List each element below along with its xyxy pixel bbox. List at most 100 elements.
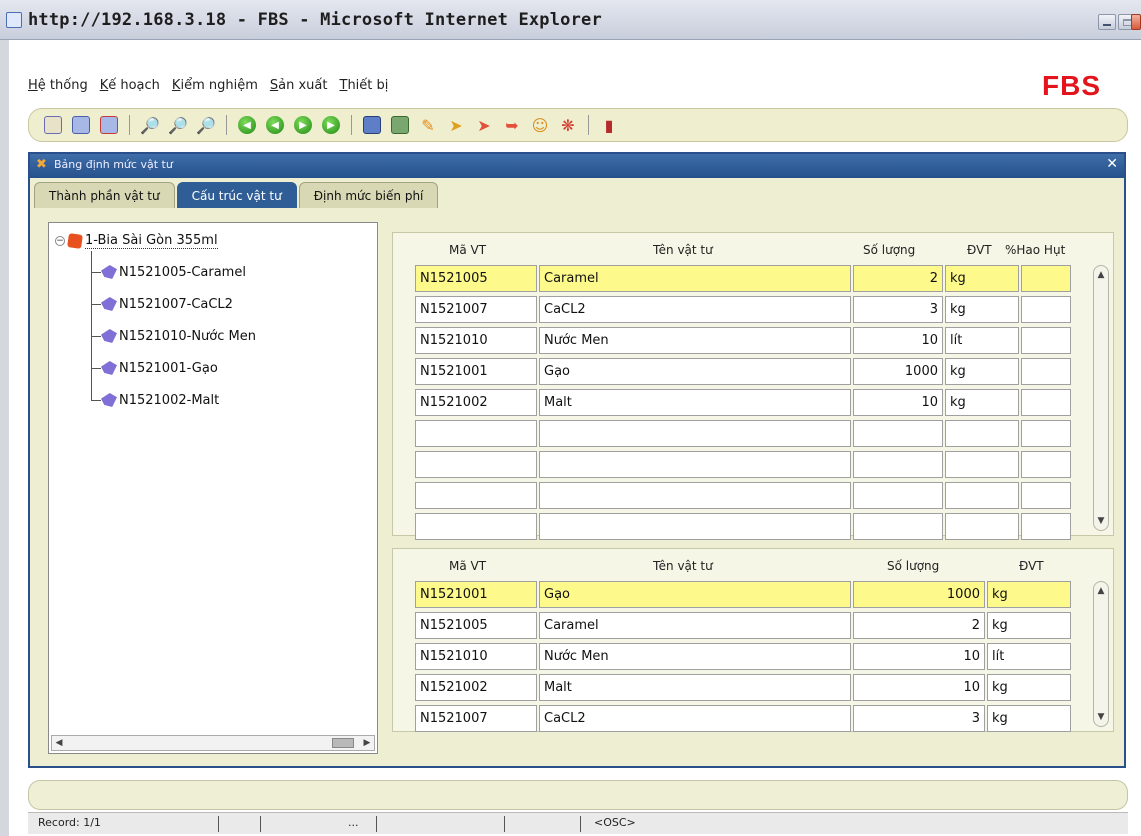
cell-unit[interactable]: kg <box>945 265 1019 292</box>
cell-name[interactable]: CaCL2 <box>539 296 851 323</box>
cell-unit[interactable]: lít <box>945 327 1019 354</box>
menu-he-thong[interactable]: Hệ thống <box>28 78 88 100</box>
cell-loss[interactable] <box>1021 358 1071 385</box>
top-grid-vertical-scrollbar[interactable]: ▲ ▼ <box>1093 265 1109 531</box>
new-icon[interactable] <box>41 113 65 137</box>
cell-name[interactable] <box>539 482 851 509</box>
save-icon[interactable] <box>69 113 93 137</box>
menu-ke-hoach[interactable]: Kế hoạch <box>100 78 160 100</box>
cell-qty[interactable]: 1000 <box>853 581 985 608</box>
menu-kiem-nghiem[interactable]: Kiểm nghiệm <box>172 78 258 100</box>
cell-code[interactable]: N1521002 <box>415 674 537 701</box>
close-button[interactable] <box>1131 14 1141 30</box>
menu-thiet-bi[interactable]: Thiết bị <box>339 78 388 100</box>
next-record-icon[interactable]: ▶ <box>291 113 315 137</box>
cell-loss[interactable] <box>1021 389 1071 416</box>
cell-loss[interactable] <box>1021 296 1071 323</box>
cell-unit[interactable]: kg <box>987 674 1071 701</box>
scroll-down-icon[interactable]: ▼ <box>1096 516 1106 526</box>
cell-code[interactable]: N1521002 <box>415 389 537 416</box>
cell-loss[interactable] <box>1021 451 1071 478</box>
cell-code[interactable] <box>415 482 537 509</box>
tab-thanh-phan-vat-tu[interactable]: Thành phần vật tư <box>34 182 175 208</box>
tab-dinh-muc-bien-phi[interactable]: Định mức biến phí <box>298 182 439 208</box>
cell-code[interactable]: N1521010 <box>415 643 537 670</box>
minimize-button[interactable] <box>1098 14 1116 30</box>
cell-code[interactable]: N1521005 <box>415 265 537 292</box>
export-icon[interactable] <box>388 113 412 137</box>
cell-loss[interactable] <box>1021 265 1071 292</box>
prev-record-icon[interactable]: ◀ <box>263 113 287 137</box>
cell-code[interactable]: N1521001 <box>415 581 537 608</box>
cell-unit[interactable]: kg <box>987 705 1071 732</box>
help-icon[interactable]: ❋ <box>556 113 580 137</box>
cell-name[interactable]: Caramel <box>539 612 851 639</box>
cell-unit[interactable] <box>945 420 1019 447</box>
cell-unit[interactable]: kg <box>945 296 1019 323</box>
cell-code[interactable]: N1521010 <box>415 327 537 354</box>
tree-item[interactable]: N1521005-Caramel <box>91 261 246 283</box>
print-icon[interactable] <box>360 113 384 137</box>
cell-code[interactable] <box>415 513 537 540</box>
cell-qty[interactable] <box>853 482 943 509</box>
cell-unit[interactable]: kg <box>945 358 1019 385</box>
search-clear-icon[interactable]: 🔎 <box>194 113 218 137</box>
tab-cau-truc-vat-tu[interactable]: Cấu trúc vật tư <box>176 182 297 208</box>
tree-root[interactable]: − 1-Bia Sài Gòn 355ml <box>55 231 218 251</box>
menu-san-xuat[interactable]: Sản xuất <box>270 78 328 100</box>
cell-loss[interactable] <box>1021 420 1071 447</box>
cell-loss[interactable] <box>1021 482 1071 509</box>
cell-name[interactable]: Caramel <box>539 265 851 292</box>
cell-name[interactable]: Malt <box>539 389 851 416</box>
tool-b-icon[interactable]: ➤ <box>444 113 468 137</box>
scroll-thumb[interactable] <box>332 738 354 748</box>
cell-qty[interactable] <box>853 451 943 478</box>
last-record-icon[interactable]: ▶ <box>319 113 343 137</box>
first-record-icon[interactable]: ◀ <box>235 113 259 137</box>
cell-code[interactable]: N1521007 <box>415 705 537 732</box>
tool-c-icon[interactable]: ➤ <box>472 113 496 137</box>
cell-name[interactable] <box>539 420 851 447</box>
cell-unit[interactable]: kg <box>987 581 1071 608</box>
cell-qty[interactable]: 3 <box>853 705 985 732</box>
cell-name[interactable] <box>539 451 851 478</box>
close-form-icon[interactable]: ✕ <box>1106 156 1118 172</box>
cell-name[interactable]: Nước Men <box>539 643 851 670</box>
tool-d-icon[interactable]: ➥ <box>500 113 524 137</box>
cell-qty[interactable]: 1000 <box>853 358 943 385</box>
delete-icon[interactable] <box>97 113 121 137</box>
cell-qty[interactable]: 10 <box>853 389 943 416</box>
cell-unit[interactable]: lít <box>987 643 1071 670</box>
bottom-grid-vertical-scrollbar[interactable]: ▲ ▼ <box>1093 581 1109 727</box>
cell-qty[interactable] <box>853 513 943 540</box>
cell-code[interactable]: N1521005 <box>415 612 537 639</box>
cell-code[interactable]: N1521007 <box>415 296 537 323</box>
cell-name[interactable]: Gạo <box>539 581 851 608</box>
cell-name[interactable]: Malt <box>539 674 851 701</box>
cell-unit[interactable] <box>945 451 1019 478</box>
search-icon[interactable]: 🔎 <box>138 113 162 137</box>
tree-horizontal-scrollbar[interactable]: ◀ ▶ <box>51 735 375 751</box>
cell-qty[interactable]: 10 <box>853 327 943 354</box>
cell-unit[interactable]: kg <box>987 612 1071 639</box>
cell-code[interactable] <box>415 451 537 478</box>
cell-code[interactable] <box>415 420 537 447</box>
cell-name[interactable]: Gạo <box>539 358 851 385</box>
scroll-up-icon[interactable]: ▲ <box>1096 586 1106 596</box>
search-next-icon[interactable]: 🔎 <box>166 113 190 137</box>
cell-unit[interactable]: kg <box>945 389 1019 416</box>
scroll-down-icon[interactable]: ▼ <box>1096 712 1106 722</box>
scroll-right-icon[interactable]: ▶ <box>362 738 372 748</box>
scroll-left-icon[interactable]: ◀ <box>54 738 64 748</box>
cell-qty[interactable]: 2 <box>853 265 943 292</box>
collapse-toggle-icon[interactable]: − <box>55 236 65 246</box>
cell-loss[interactable] <box>1021 327 1071 354</box>
cell-name[interactable]: CaCL2 <box>539 705 851 732</box>
scroll-up-icon[interactable]: ▲ <box>1096 270 1106 280</box>
exit-icon[interactable]: ▮ <box>597 113 621 137</box>
cell-code[interactable]: N1521001 <box>415 358 537 385</box>
tool-a-icon[interactable]: ✎ <box>416 113 440 137</box>
cell-qty[interactable]: 10 <box>853 674 985 701</box>
users-icon[interactable]: ☺ <box>528 113 552 137</box>
cell-loss[interactable] <box>1021 513 1071 540</box>
